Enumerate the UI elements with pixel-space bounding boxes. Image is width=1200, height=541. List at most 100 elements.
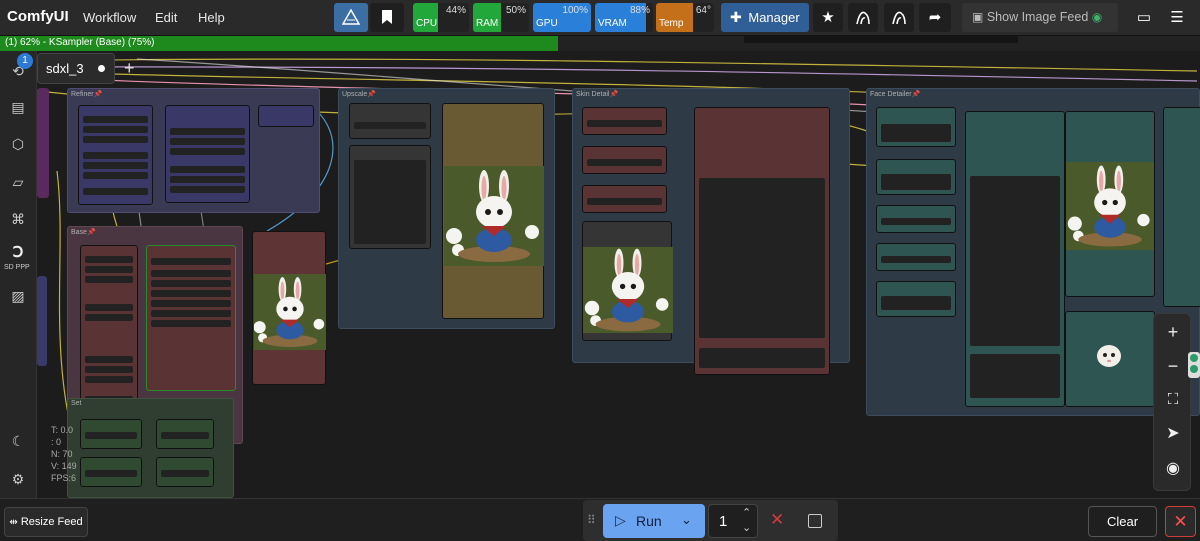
queue-count-input[interactable]: 1 ⌃ ⌄ (708, 504, 758, 538)
sdppp-icon[interactable]: Ↄ (8, 243, 28, 263)
node[interactable] (349, 145, 431, 249)
node-widget[interactable] (85, 304, 133, 311)
node-widget[interactable] (587, 159, 662, 166)
node-widget[interactable] (881, 218, 951, 225)
node[interactable] (80, 419, 142, 449)
cancel-icon[interactable]: ✕ (770, 510, 784, 530)
node-widget[interactable] (161, 432, 209, 439)
node[interactable] (80, 457, 142, 487)
node-widget[interactable] (170, 176, 245, 183)
workflow-tab[interactable]: sdxl_3 (37, 53, 115, 84)
increment-icon[interactable]: ⌃ (742, 506, 751, 519)
node-widget[interactable] (170, 148, 245, 155)
cube-icon[interactable]: ⬡ (8, 134, 28, 154)
select-mode-icon[interactable]: ➤ (1161, 422, 1185, 446)
menu-workflow[interactable]: Workflow (83, 10, 136, 25)
node[interactable] (146, 245, 236, 391)
bookmark-button[interactable] (370, 3, 404, 32)
fit-view-icon[interactable]: ⛶ (1161, 388, 1185, 412)
node-widget[interactable] (83, 152, 148, 159)
star-button[interactable]: ★ (813, 3, 843, 32)
node[interactable] (1163, 107, 1200, 307)
hamburger-button[interactable]: ☰ (1163, 3, 1191, 32)
node-widget[interactable] (85, 266, 133, 273)
node-widget[interactable] (170, 166, 245, 173)
node-widget[interactable] (881, 296, 951, 310)
node-widget[interactable] (881, 174, 951, 190)
node-widget[interactable] (151, 258, 231, 265)
node[interactable] (876, 281, 956, 317)
clear-button[interactable]: Clear (1088, 506, 1157, 537)
node[interactable] (78, 105, 153, 205)
node-widget[interactable] (83, 126, 148, 133)
node-widget[interactable] (881, 256, 951, 263)
node-widget[interactable] (85, 314, 133, 321)
settings-icon[interactable]: ⚙ (8, 469, 28, 489)
node[interactable] (582, 185, 667, 213)
node-widget[interactable] (85, 256, 133, 263)
node[interactable] (694, 107, 830, 375)
node-widget[interactable] (85, 276, 133, 283)
node[interactable] (582, 146, 667, 174)
node[interactable] (876, 243, 956, 271)
toggle-panel-button[interactable]: ▭ (1130, 3, 1158, 32)
menu-help[interactable]: Help (198, 10, 225, 25)
stop-icon[interactable] (808, 514, 822, 528)
node[interactable] (965, 111, 1065, 407)
hierarchy-icon[interactable]: ⌘ (8, 209, 28, 229)
manager-button[interactable]: ✚ Manager (721, 3, 809, 32)
node-widget[interactable] (151, 320, 231, 327)
folder-icon[interactable]: ▱ (8, 172, 28, 192)
node-widget[interactable] (151, 300, 231, 307)
crystools-logo-button[interactable] (334, 3, 368, 32)
node-widget[interactable] (83, 172, 148, 179)
node-widget[interactable] (85, 366, 133, 373)
menu-edit[interactable]: Edit (155, 10, 177, 25)
node-widget[interactable] (85, 432, 137, 439)
zoom-in-icon[interactable]: + (1161, 320, 1185, 344)
preview-image-node[interactable] (252, 231, 326, 385)
node-widget[interactable] (170, 186, 245, 193)
side-handle[interactable] (1188, 352, 1200, 378)
run-dropdown-icon[interactable]: ⌄ (681, 512, 692, 528)
model-button[interactable] (848, 3, 878, 32)
node-widget[interactable] (83, 188, 148, 195)
node-widget[interactable] (85, 470, 137, 477)
zoom-out-icon[interactable]: − (1161, 354, 1185, 378)
node-widget[interactable] (970, 354, 1060, 398)
node-widget[interactable] (151, 270, 231, 277)
drag-handle-icon[interactable]: ⠿ (587, 513, 596, 527)
node-widget[interactable] (970, 176, 1060, 346)
node-widget[interactable] (151, 280, 231, 287)
node[interactable] (876, 159, 956, 195)
node-widget[interactable] (699, 178, 825, 338)
graph-canvas[interactable]: Refiner📌 Base📌 Set Upscale📌 Skin Detail📌… (37, 51, 1200, 498)
preview-image-node[interactable] (582, 221, 673, 341)
node-widget[interactable] (587, 198, 662, 205)
new-tab-button[interactable]: + (124, 58, 135, 79)
node[interactable] (156, 419, 214, 449)
node[interactable] (156, 457, 214, 487)
node[interactable] (349, 103, 431, 139)
node[interactable] (165, 105, 250, 203)
node[interactable] (582, 107, 667, 135)
show-image-feed-button[interactable]: ▣ Show Image Feed ◉ (962, 3, 1118, 32)
node-widget[interactable] (354, 160, 426, 244)
preview-image-node[interactable] (442, 103, 544, 319)
node-widget[interactable] (881, 124, 951, 142)
run-button[interactable]: ▷ Run ⌄ (603, 504, 705, 538)
node-widget[interactable] (85, 376, 133, 383)
model-alt-button[interactable] (884, 3, 914, 32)
node-widget[interactable] (85, 356, 133, 363)
node-widget[interactable] (354, 122, 426, 129)
face-preview-node[interactable] (1065, 311, 1155, 407)
decrement-icon[interactable]: ⌄ (742, 521, 751, 534)
visibility-icon[interactable]: ◉ (1161, 457, 1185, 481)
document-icon[interactable]: ▤ (8, 97, 28, 117)
node-widget[interactable] (83, 136, 148, 143)
node[interactable] (876, 107, 956, 147)
image-gallery-icon[interactable]: ▨ (8, 286, 28, 306)
node-widget[interactable] (83, 116, 148, 123)
resize-feed-button[interactable]: ⇹ Resize Feed (4, 507, 88, 537)
node[interactable] (258, 105, 314, 127)
